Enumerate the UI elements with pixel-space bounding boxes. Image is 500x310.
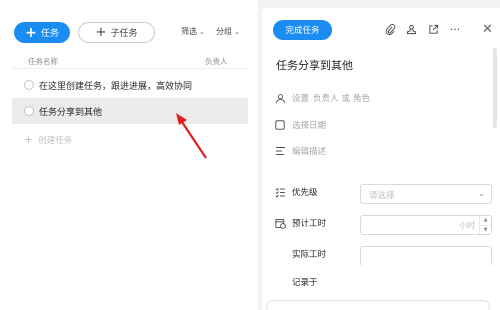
plus-icon: + (24, 133, 34, 146)
close-icon[interactable]: ✕ (482, 23, 493, 36)
list-icon (274, 186, 286, 198)
stamp-icon[interactable] (404, 22, 418, 36)
column-task-name: 任务名称 (28, 57, 58, 66)
assignee-row[interactable]: 设置 负责人 或 角色 (274, 92, 370, 104)
group-label: 分组 (216, 27, 232, 36)
or-label: 或 (341, 94, 351, 104)
add-task-button[interactable]: + 任务 (14, 22, 70, 43)
date-placeholder: 选择日期 (292, 121, 327, 131)
chevron-down-icon: ⌄ (478, 189, 485, 198)
task-list-panel: + 任务 + 子任务 筛选 ⌄ 分组 ⌄ 任务名称 负责人 在这里创建任务，跟进… (0, 0, 258, 310)
hours-stepper[interactable]: ▲ ▼ (479, 216, 491, 234)
description-row[interactable]: 编辑描述 (274, 145, 326, 157)
attachment-icon[interactable] (383, 22, 397, 36)
filter-button[interactable]: 筛选 ⌄ (181, 26, 205, 37)
task-detail-title[interactable]: 任务分享到其他 (276, 57, 353, 73)
actual-hours-input[interactable] (360, 246, 492, 266)
priority-label: 优先级 (292, 188, 318, 198)
plus-icon: + (95, 25, 107, 40)
task-title: 在这里创建任务，跟进进展，高效协同 (39, 81, 193, 92)
estimated-hours-input[interactable]: 小时 ▲ ▼ (360, 215, 492, 235)
stepper-down-icon[interactable]: ▼ (480, 224, 491, 235)
complete-task-button[interactable]: 完成任务 (273, 20, 332, 40)
detail-scrollbar[interactable] (493, 48, 497, 128)
set-label: 设置 (292, 94, 310, 104)
create-task-placeholder: 创建任务 (38, 135, 73, 146)
checkbox-square-icon (274, 119, 286, 131)
task-row[interactable]: 在这里创建任务，跟进进展，高效协同 (12, 72, 248, 98)
recorded-in-label: 记录于 (292, 278, 318, 288)
open-external-icon[interactable] (426, 22, 440, 36)
create-task-row[interactable]: + 创建任务 (24, 133, 72, 146)
user-icon (274, 92, 286, 104)
chevron-down-icon: ⌄ (234, 27, 240, 36)
task-title: 任务分享到其他 (39, 107, 103, 118)
group-button[interactable]: 分组 ⌄ (216, 26, 240, 37)
assignee-link[interactable]: 负责人 (313, 92, 339, 104)
text-align-icon (274, 145, 286, 157)
priority-select[interactable]: 请选择 ⌄ (360, 184, 492, 204)
task-toolbar: + 任务 + 子任务 筛选 ⌄ 分组 ⌄ (14, 22, 246, 44)
filter-label: 筛选 (181, 27, 197, 36)
actual-hours-label: 实际工时 (292, 250, 327, 260)
calendar-clock-icon (274, 217, 286, 229)
add-subtask-label: 子任务 (110, 29, 138, 39)
recorded-in-row: 记录于 (274, 276, 318, 288)
date-row[interactable]: 选择日期 (274, 119, 326, 131)
task-checkbox[interactable] (24, 80, 34, 90)
role-link[interactable]: 角色 (353, 92, 370, 104)
task-detail-panel: 完成任务 ··· 任务分享到其他 设置 负责人 或 角色 选择日期 编辑描述 优 (262, 8, 500, 310)
chevron-down-icon: ⌄ (199, 27, 205, 36)
add-task-label: 任务 (40, 29, 59, 39)
stepper-up-icon[interactable]: ▲ (480, 216, 491, 225)
red-arrow-annotation (176, 113, 207, 159)
more-icon[interactable]: ··· (448, 22, 462, 36)
estimated-hours-row: 预计工时 (274, 217, 326, 229)
task-table-header: 任务名称 负责人 (12, 55, 246, 69)
hours-unit: 小时 (459, 221, 475, 230)
add-subtask-button[interactable]: + 子任务 (78, 22, 155, 43)
plus-icon: + (25, 24, 37, 41)
description-placeholder: 编辑描述 (292, 147, 327, 157)
priority-placeholder: 请选择 (369, 191, 395, 201)
estimated-hours-label: 预计工时 (292, 219, 327, 229)
actual-hours-row: 实际工时 (274, 248, 326, 260)
column-assignee: 负责人 (205, 57, 228, 66)
task-row-selected[interactable]: 任务分享到其他 (12, 98, 248, 124)
comment-input-bar[interactable] (266, 300, 490, 310)
priority-row: 优先级 (274, 186, 318, 198)
task-checkbox[interactable] (24, 106, 34, 116)
